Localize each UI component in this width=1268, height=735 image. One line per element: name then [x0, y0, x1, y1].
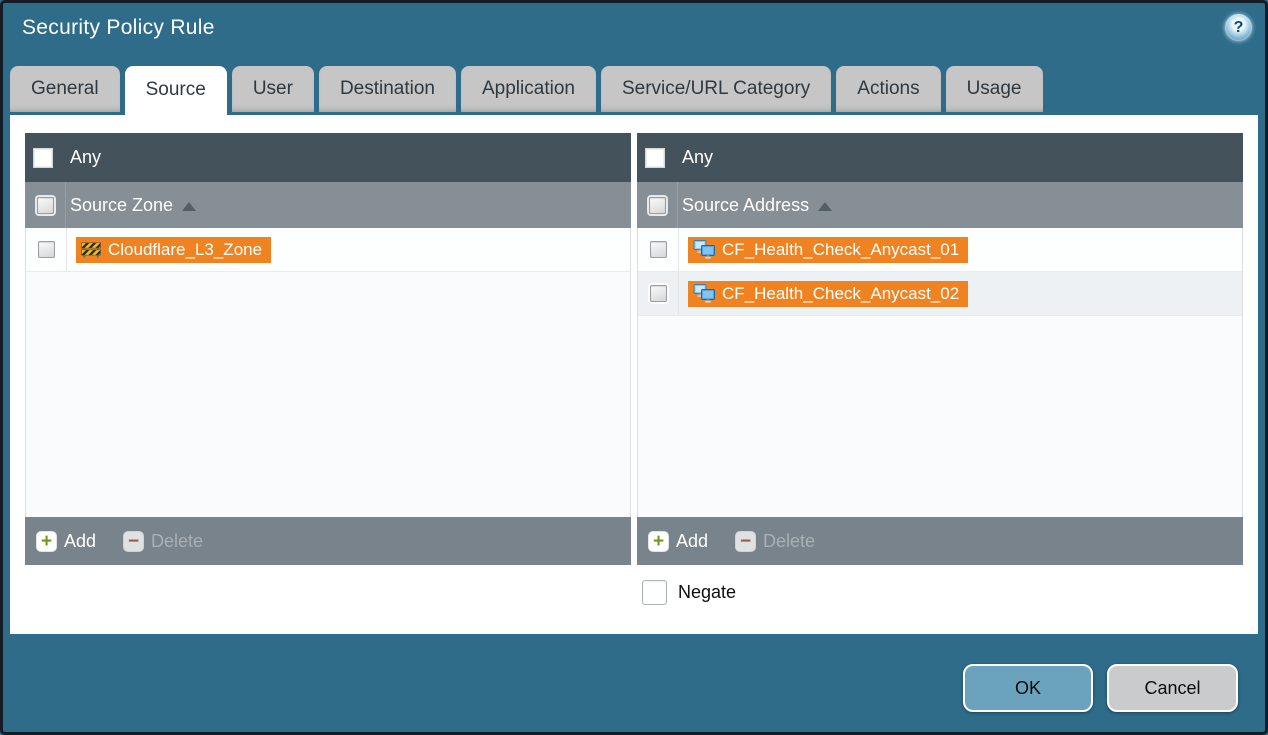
table-row[interactable]: Cloudflare_L3_Zone — [26, 228, 630, 272]
minus-icon: − — [735, 531, 756, 552]
source-address-toolbar: + Add − Delete — [637, 517, 1243, 565]
source-address-row-checkbox[interactable] — [650, 285, 667, 302]
source-address-panel: Any Source Address — [637, 133, 1243, 565]
source-address-column-label: Source Address — [682, 195, 809, 216]
cancel-button[interactable]: Cancel — [1107, 664, 1238, 712]
negate-checkbox[interactable] — [642, 580, 667, 605]
source-address-column-header[interactable]: Source Address — [637, 182, 1243, 228]
delete-button[interactable]: − Delete — [735, 531, 815, 552]
network-address-icon — [693, 284, 715, 303]
table-row[interactable]: CF_Health_Check_Anycast_02 — [638, 272, 1242, 316]
negate-label: Negate — [678, 582, 736, 603]
plus-icon: + — [648, 531, 669, 552]
delete-label: Delete — [151, 531, 203, 552]
zone-barricade-icon — [81, 241, 101, 258]
source-address-row-checkbox[interactable] — [650, 241, 667, 258]
source-zone-toolbar: + Add − Delete — [25, 517, 631, 565]
source-address-any-bar: Any — [637, 133, 1243, 182]
tab-destination[interactable]: Destination — [319, 66, 456, 112]
tab-source[interactable]: Source — [125, 66, 227, 115]
tab-usage[interactable]: Usage — [946, 66, 1043, 112]
source-address-value-chip[interactable]: CF_Health_Check_Anycast_02 — [688, 281, 968, 307]
question-mark-glyph: ? — [1234, 19, 1244, 37]
network-address-icon — [693, 240, 715, 259]
source-zone-value: Cloudflare_L3_Zone — [108, 240, 262, 260]
negate-control: Negate — [642, 580, 736, 605]
source-zone-any-checkbox[interactable] — [33, 148, 53, 168]
source-zone-any-bar: Any — [25, 133, 631, 182]
delete-label: Delete — [763, 531, 815, 552]
tab-actions[interactable]: Actions — [836, 66, 940, 112]
add-label: Add — [676, 531, 708, 552]
source-zone-row-checkbox[interactable] — [38, 241, 55, 258]
source-zone-panel: Any Source Zone — [25, 133, 631, 565]
tab-service-url-category[interactable]: Service/URL Category — [601, 66, 831, 112]
sort-ascending-icon — [818, 202, 832, 211]
header-checkbox-cell — [25, 182, 66, 228]
dialog-title: Security Policy Rule — [22, 16, 215, 40]
delete-button[interactable]: − Delete — [123, 531, 203, 552]
header-checkbox-cell — [637, 182, 678, 228]
source-address-any-label: Any — [682, 147, 713, 168]
plus-icon: + — [36, 531, 57, 552]
tab-user[interactable]: User — [232, 66, 314, 112]
table-row[interactable]: CF_Health_Check_Anycast_01 — [638, 228, 1242, 272]
row-checkbox-cell — [26, 228, 67, 271]
tab-bar: General Source User Destination Applicat… — [10, 66, 1043, 115]
source-zone-column-header[interactable]: Source Zone — [25, 182, 631, 228]
source-address-list: CF_Health_Check_Anycast_01 — [637, 228, 1243, 517]
source-zone-value-chip[interactable]: Cloudflare_L3_Zone — [76, 237, 271, 263]
source-zone-select-all-checkbox[interactable] — [37, 197, 54, 214]
source-address-value: CF_Health_Check_Anycast_01 — [722, 240, 959, 260]
row-checkbox-cell — [638, 272, 679, 315]
source-address-value-chip[interactable]: CF_Health_Check_Anycast_01 — [688, 237, 968, 263]
source-address-any-checkbox[interactable] — [645, 148, 665, 168]
source-zone-column-label: Source Zone — [70, 195, 173, 216]
source-zone-any-label: Any — [70, 147, 101, 168]
tab-application[interactable]: Application — [461, 66, 596, 112]
source-zone-list: Cloudflare_L3_Zone — [25, 228, 631, 517]
security-policy-rule-dialog: Security Policy Rule ? General Source Us… — [0, 0, 1268, 735]
help-icon[interactable]: ? — [1225, 14, 1252, 41]
add-button[interactable]: + Add — [36, 531, 96, 552]
source-address-value: CF_Health_Check_Anycast_02 — [722, 284, 959, 304]
add-button[interactable]: + Add — [648, 531, 708, 552]
ok-button[interactable]: OK — [963, 664, 1093, 712]
row-checkbox-cell — [638, 228, 679, 271]
minus-icon: − — [123, 531, 144, 552]
tab-general[interactable]: General — [10, 66, 120, 112]
sort-ascending-icon — [182, 202, 196, 211]
add-label: Add — [64, 531, 96, 552]
source-address-select-all-checkbox[interactable] — [649, 197, 666, 214]
